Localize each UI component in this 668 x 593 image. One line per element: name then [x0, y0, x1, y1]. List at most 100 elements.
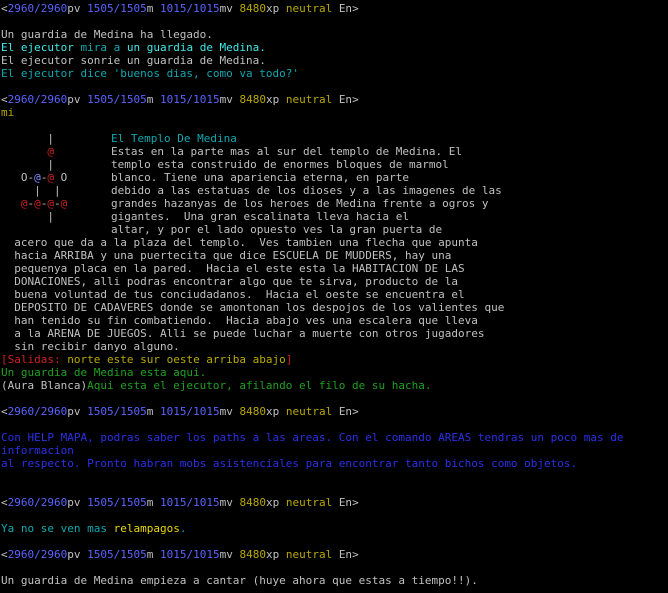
alignment: neutral: [285, 93, 333, 106]
room-row: @ Estas en la parte mas al sur del templ…: [1, 145, 668, 158]
xp-label: xp: [265, 93, 280, 106]
actor-name: El ejecutor: [1, 41, 74, 54]
move-value: 1015/1015: [159, 496, 220, 509]
move-value: 1015/1015: [159, 93, 220, 106]
hp-value: 2960/2960: [7, 405, 68, 418]
xp-label: xp: [265, 496, 280, 509]
hint-line: al respecto. Pronto habran mobs asistenc…: [1, 457, 578, 470]
final-message: Un guardia de Medina empieza a cantar (h…: [1, 574, 478, 587]
room-body-line: DONACIONES, alli podras encontrar algo q…: [1, 275, 458, 288]
prompt-open: <: [1, 2, 8, 15]
minimap-line: @-@-@-@: [20, 197, 68, 210]
hp-label: pv: [67, 496, 81, 509]
hp-label: pv: [67, 2, 81, 15]
prompt-open: <: [1, 496, 8, 509]
weather-prefix: Ya no se ven mas: [1, 522, 114, 535]
exits-label: Salidas:: [7, 353, 68, 366]
minimap-line: @: [1, 145, 54, 158]
room-body-line: sin recibir danyo alguno.: [1, 340, 180, 353]
location-label: En: [338, 496, 353, 509]
room-desc-line: Estas en la parte mas al sur del templo …: [111, 145, 462, 158]
alignment: neutral: [285, 548, 333, 561]
alignment: neutral: [285, 405, 333, 418]
xp-value: 8480: [239, 93, 266, 106]
room-desc-line: gigantes. Una gran escalinata lleva haci…: [111, 210, 410, 223]
mana-label: m: [146, 405, 154, 418]
hp-label: pv: [67, 93, 81, 106]
room-row: altar, y por el lado opuesto ves la gran…: [1, 223, 668, 236]
hp-value: 2960/2960: [7, 496, 68, 509]
hp-value: 2960/2960: [7, 93, 68, 106]
mob-desc: Aqui esta el ejecutor, afilando el filo …: [87, 379, 432, 392]
xp-label: xp: [265, 2, 280, 15]
weather-word: relampagos: [113, 522, 180, 535]
alignment: neutral: [285, 2, 333, 15]
typed-command: mi: [1, 106, 15, 119]
mana-value: 1505/1505: [87, 405, 147, 418]
room-body-line: pequenya placa en la pared. Hacia el est…: [1, 262, 465, 275]
xp-label: xp: [265, 405, 280, 418]
location-label: En: [338, 2, 353, 15]
room-desc-line: grandes hazanyas de los heroes de Medina…: [111, 197, 489, 210]
hint-line: informacion: [1, 444, 74, 457]
exits-bracket: ]: [285, 353, 293, 366]
status-prompt: <2960/2960pv 1505/1505m 1015/1015mv 8480…: [1, 405, 668, 418]
room-desc-line: debido a las estatuas de los dioses y a …: [111, 184, 502, 197]
exits-list: norte este sur oeste arriba abajo: [67, 353, 286, 366]
room-desc-line: altar, y por el lado opuesto ves la gran…: [111, 223, 443, 236]
room-row: | templo esta construido de enormes bloq…: [1, 158, 668, 171]
prompt-open: <: [1, 405, 8, 418]
prompt-close: >: [352, 2, 359, 15]
mana-label: m: [146, 2, 154, 15]
minimap-line: [1, 223, 111, 236]
hint-line: Con HELP MAPA, podras saber los paths a …: [1, 431, 624, 444]
status-prompt: <2960/2960pv 1505/1505m 1015/1015mv 8480…: [1, 496, 668, 509]
prompt-close: >: [352, 405, 359, 418]
target-name: un guardia de Medina: [126, 41, 260, 54]
minimap-line: | |: [1, 184, 61, 197]
status-prompt: <2960/2960pv 1505/1505m 1015/1015mv 8480…: [1, 548, 668, 561]
room-body-line: a la ARENA DE JUEGOS. Alli se puede luch…: [1, 327, 485, 340]
prompt-open: <: [1, 93, 8, 106]
move-label: mv: [219, 548, 233, 561]
prompt-open: <: [1, 548, 8, 561]
aura-tag: (Aura Blanca): [1, 379, 88, 392]
room-row: | gigantes. Una gran escalinata lleva ha…: [1, 210, 668, 223]
mana-value: 1505/1505: [87, 496, 147, 509]
room-row: O-@-@ O blanco. Tiene una apariencia ete…: [1, 171, 668, 184]
xp-value: 8480: [239, 2, 266, 15]
look-verb: mira a: [73, 41, 127, 54]
mana-label: m: [146, 548, 154, 561]
hp-label: pv: [67, 405, 81, 418]
hp-value: 2960/2960: [7, 548, 68, 561]
minimap-line: |: [1, 158, 54, 171]
move-label: mv: [219, 93, 233, 106]
exits-bracket: [: [1, 353, 8, 366]
move-label: mv: [219, 496, 233, 509]
room-row: | | debido a las estatuas de los dioses …: [1, 184, 668, 197]
prompt-close: >: [352, 93, 359, 106]
room-body-line: buena voluntad de tus conciudadanos. Hac…: [1, 288, 465, 301]
say-message: El ejecutor dice 'buenos dias, como va t…: [1, 67, 300, 80]
move-value: 1015/1015: [159, 405, 220, 418]
mob-line: (Aura Blanca)Aqui esta el ejecutor, afil…: [1, 379, 668, 392]
room-body-line: acero que da a la plaza del templo. Ves …: [1, 236, 478, 249]
mana-label: m: [146, 93, 154, 106]
minimap-line: |: [1, 132, 54, 145]
look-end: .: [259, 41, 266, 54]
prompt-close: >: [352, 548, 359, 561]
xp-value: 8480: [239, 405, 266, 418]
terminal-output: <2960/2960pv 1505/1505m 1015/1015mv 8480…: [0, 0, 668, 593]
room-title: El Templo De Medina: [111, 132, 237, 145]
room-body-line: hacia ARRIBA y una puertecita que dice E…: [1, 249, 452, 262]
alignment: neutral: [285, 496, 333, 509]
look-message: El ejecutor mira a un guardia de Medina.: [1, 41, 668, 54]
xp-value: 8480: [239, 548, 266, 561]
move-value: 1015/1015: [159, 548, 220, 561]
prompt-close: >: [352, 496, 359, 509]
mob-line: Un guardia de Medina esta aqui.: [1, 366, 207, 379]
xp-value: 8480: [239, 496, 266, 509]
room-desc-line: blanco. Tiene una apariencia eterna, en …: [111, 171, 410, 184]
mana-value: 1505/1505: [87, 93, 147, 106]
arrival-message: Un guardia de Medina ha llegado.: [1, 28, 213, 41]
